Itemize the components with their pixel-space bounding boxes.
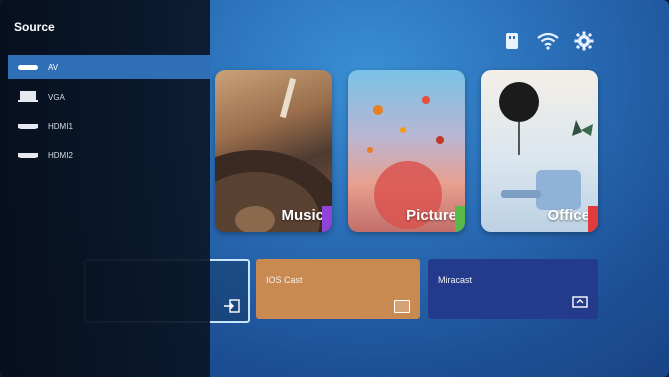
ios-cast-tile[interactable]: IOS Cast xyxy=(256,259,420,319)
wifi-icon[interactable] xyxy=(537,30,559,52)
source-item-hdmi1-label: HDMI1 xyxy=(48,121,73,131)
office-tile[interactable]: Office xyxy=(481,70,598,232)
source-item-vga-label: VGA xyxy=(48,92,65,102)
picture-tile[interactable]: Picture xyxy=(348,70,465,232)
office-accent-tag xyxy=(588,206,598,232)
home-screen: Music Picture Office IOS Cast Miracast S… xyxy=(0,0,669,377)
screen-mirror-icon xyxy=(572,294,588,313)
source-item-hdmi1[interactable]: HDMI1 xyxy=(8,114,210,138)
music-accent-tag xyxy=(322,206,332,232)
source-item-vga[interactable]: VGA xyxy=(8,85,210,109)
music-label: Music xyxy=(281,207,324,224)
source-item-hdmi2-label: HDMI2 xyxy=(48,150,73,160)
miracast-label: Miracast xyxy=(438,275,473,285)
miracast-tile[interactable]: Miracast xyxy=(428,259,598,319)
office-label: Office xyxy=(547,207,590,224)
source-panel: Source AV VGA HDMI1 HDMI2 xyxy=(0,0,210,377)
picture-label: Picture xyxy=(406,207,457,224)
ios-cast-label: IOS Cast xyxy=(266,275,303,285)
source-item-av-label: AV xyxy=(48,62,59,72)
status-bar xyxy=(501,30,595,52)
input-icon xyxy=(224,298,240,317)
settings-gear-icon[interactable] xyxy=(573,30,595,52)
picture-accent-tag xyxy=(455,206,465,232)
usb-icon[interactable] xyxy=(501,30,523,52)
vga-monitor-icon xyxy=(18,91,38,102)
source-item-av[interactable]: AV xyxy=(8,55,210,79)
cast-icon xyxy=(394,300,410,313)
music-tile[interactable]: Music xyxy=(215,70,332,232)
hdmi-icon xyxy=(18,122,38,130)
hdmi-icon xyxy=(18,151,38,159)
av-icon xyxy=(18,63,38,71)
source-item-hdmi2[interactable]: HDMI2 xyxy=(8,143,210,167)
source-panel-title: Source xyxy=(14,20,55,34)
